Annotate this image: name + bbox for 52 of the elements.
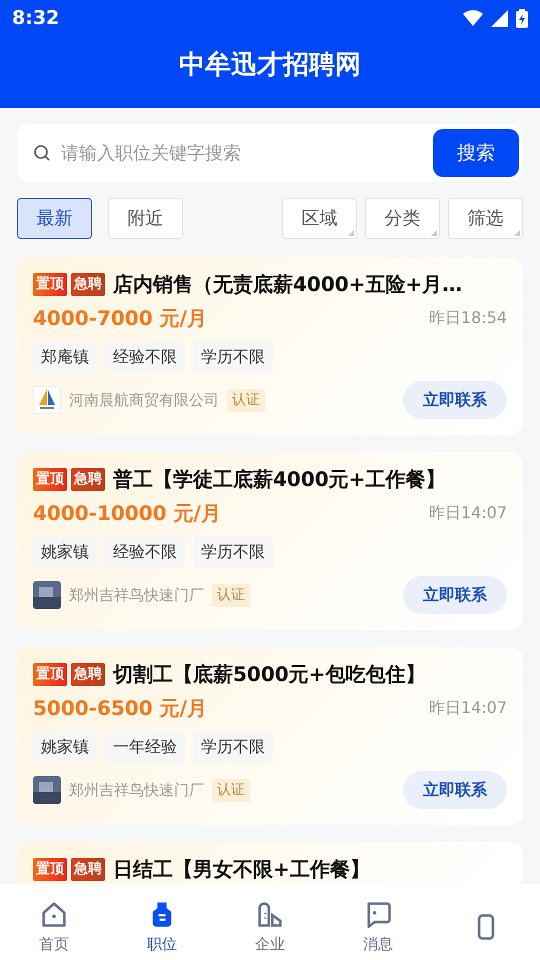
job-badge: 急聘 (71, 468, 105, 490)
job-tag: 经验不限 (105, 536, 185, 568)
status-time: 8:32 (12, 6, 60, 31)
contact-button[interactable]: 立即联系 (403, 381, 507, 419)
verified-tag: 认证 (227, 388, 265, 412)
job-title: 日结工【男女不限+工作餐】 (113, 856, 370, 883)
search-icon (33, 144, 51, 162)
post-time: 昨日14:07 (428, 697, 507, 719)
app-title: 中牟迅才招聘网 (179, 50, 361, 80)
job-tag: 姚家镇 (33, 536, 97, 568)
company-logo (33, 386, 61, 414)
job-badge: 置顶 (33, 272, 67, 296)
job-card[interactable]: 置顶 急聘 店内销售（无责底薪4000+五险+月… 4000-7000 元/月 昨日18:54 郑庵镇 经验不限 学历不限 河南晨航商贸有限公司 认证 立即联系 (17, 257, 523, 435)
post-time: 昨日18:54 (428, 307, 507, 329)
filter-dropdown[interactable]: 筛选 (448, 198, 523, 239)
job-tag: 经验不限 (105, 341, 185, 373)
search-button[interactable]: 搜索 (433, 129, 519, 177)
filter-dropdown[interactable]: 区域 (282, 198, 357, 239)
job-badge: 置顶 (33, 662, 67, 686)
verified-tag: 认证 (212, 778, 250, 802)
contact-button[interactable]: 立即联系 (403, 576, 507, 614)
job-title: 店内销售（无责底薪4000+五险+月… (113, 271, 462, 298)
job-badge: 急聘 (71, 858, 105, 880)
company-logo (33, 776, 61, 804)
job-tag: 学历不限 (193, 731, 273, 763)
sort-tab[interactable]: 附近 (108, 198, 183, 239)
company-logo (33, 581, 61, 609)
job-badge: 置顶 (33, 468, 67, 490)
filter-dropdown[interactable]: 分类 (365, 198, 440, 239)
battery-icon (516, 8, 528, 28)
job-title: 切割工【底薪5000元+包吃包住】 (113, 661, 426, 688)
verified-tag: 认证 (212, 584, 250, 606)
wifi-icon (463, 10, 483, 26)
search-field[interactable]: 请输入职位关键字搜索 搜索 (17, 124, 523, 182)
salary: 4000-7000 元/月 (33, 305, 207, 332)
job-tag: 学历不限 (193, 341, 273, 373)
contact-button[interactable]: 立即联系 (403, 771, 507, 809)
sort-tab[interactable]: 最新 (17, 198, 92, 239)
job-title: 普工【学徒工底薪4000元+工作餐】 (113, 466, 446, 493)
job-tag: 姚家镇 (33, 731, 97, 763)
job-card[interactable]: 置顶 急聘 普工【学徒工底薪4000元+工作餐】 4000-10000 元/月 昨日14:07 姚家镇 经验不限 学历不限 郑州吉祥鸟快速门厂 认证 立即联系 (17, 452, 523, 630)
job-badge: 置顶 (33, 858, 67, 880)
job-card[interactable]: 置顶 急聘 切割工【底薪5000元+包吃包住】 5000-6500 元/月 昨日14:07 姚家镇 一年经验 学历不限 郑州吉祥鸟快速门厂 认证 立即联系 (17, 647, 523, 825)
salary: 4000-10000 元/月 (33, 500, 221, 527)
post-time: 昨日14:07 (428, 502, 507, 524)
job-tag: 一年经验 (105, 731, 185, 763)
job-tag: 郑庵镇 (33, 341, 97, 373)
salary: 5000-6500 元/月 (33, 695, 207, 722)
signal-icon (491, 10, 508, 26)
job-badge: 急聘 (71, 662, 105, 686)
job-tag: 学历不限 (193, 536, 273, 568)
job-badge: 急聘 (71, 272, 105, 296)
